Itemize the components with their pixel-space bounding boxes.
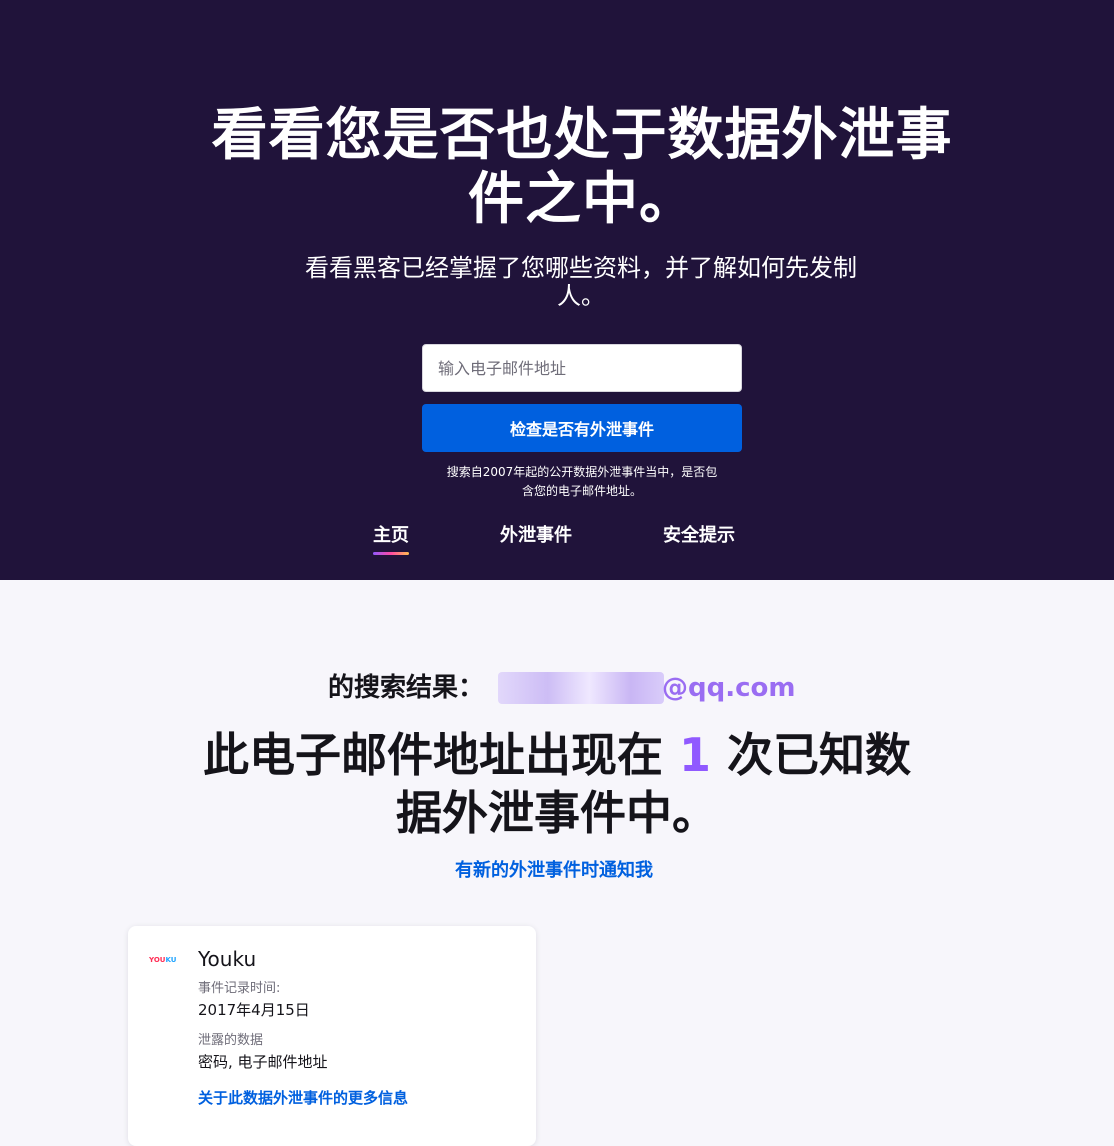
notify-me-link[interactable]: 有新的外泄事件时通知我 [0,858,1108,884]
breach-name: Youku [198,947,257,971]
breach-date-label: 事件记录时间: [198,981,281,996]
compromised-data-label: 泄露的数据 [198,1033,264,1048]
breach-date-value: 2017年4月15日 [198,1001,310,1019]
breach-more-info-link[interactable]: 关于此数据外泄事件的更多信息 [198,1088,408,1108]
result-headline: 此电子邮件地址出现在 1 次已知数据外泄事件中。 [200,726,914,842]
redacted-email [498,672,664,704]
search-result-row: 的搜索结果： @qq.com [0,670,1114,706]
breach-card: YOUKU Youku 事件记录时间: 2017年4月15日 泄露的数据 密码,… [128,926,536,1146]
nav-tab-breaches[interactable]: 外泄事件 [500,522,572,550]
main-nav: 主页 外泄事件 安全提示 [0,522,1114,562]
logo-text-1: YOU [149,956,166,964]
email-input[interactable] [422,344,742,392]
search-result-label: 的搜索结果： [328,673,485,703]
email-domain: @qq.com [662,673,796,703]
breach-count: 1 [678,728,711,782]
nav-tab-security-tips[interactable]: 安全提示 [663,522,735,550]
logo-text-2: KU [165,956,177,964]
hero-section: 看看您是否也处于数据外泄事件之中。 看看黑客已经掌握了您哪些资料，并了解如何先发… [0,0,1114,580]
hero-subtitle: 看看黑客已经掌握了您哪些资料，并了解如何先发制人。 [305,254,857,310]
hero-title: 看看您是否也处于数据外泄事件之中。 [211,103,953,232]
compromised-data-value: 密码, 电子邮件地址 [198,1053,328,1071]
search-disclaimer: 搜索自2007年起的公开数据外泄事件当中，是否包含您的电子邮件地址。 [446,465,718,498]
nav-tab-home[interactable]: 主页 [373,522,409,555]
headline-text-before: 此电子邮件地址出现在 [202,728,679,782]
check-breaches-button[interactable]: 检查是否有外泄事件 [422,404,742,452]
youku-logo: YOUKU [149,956,176,964]
